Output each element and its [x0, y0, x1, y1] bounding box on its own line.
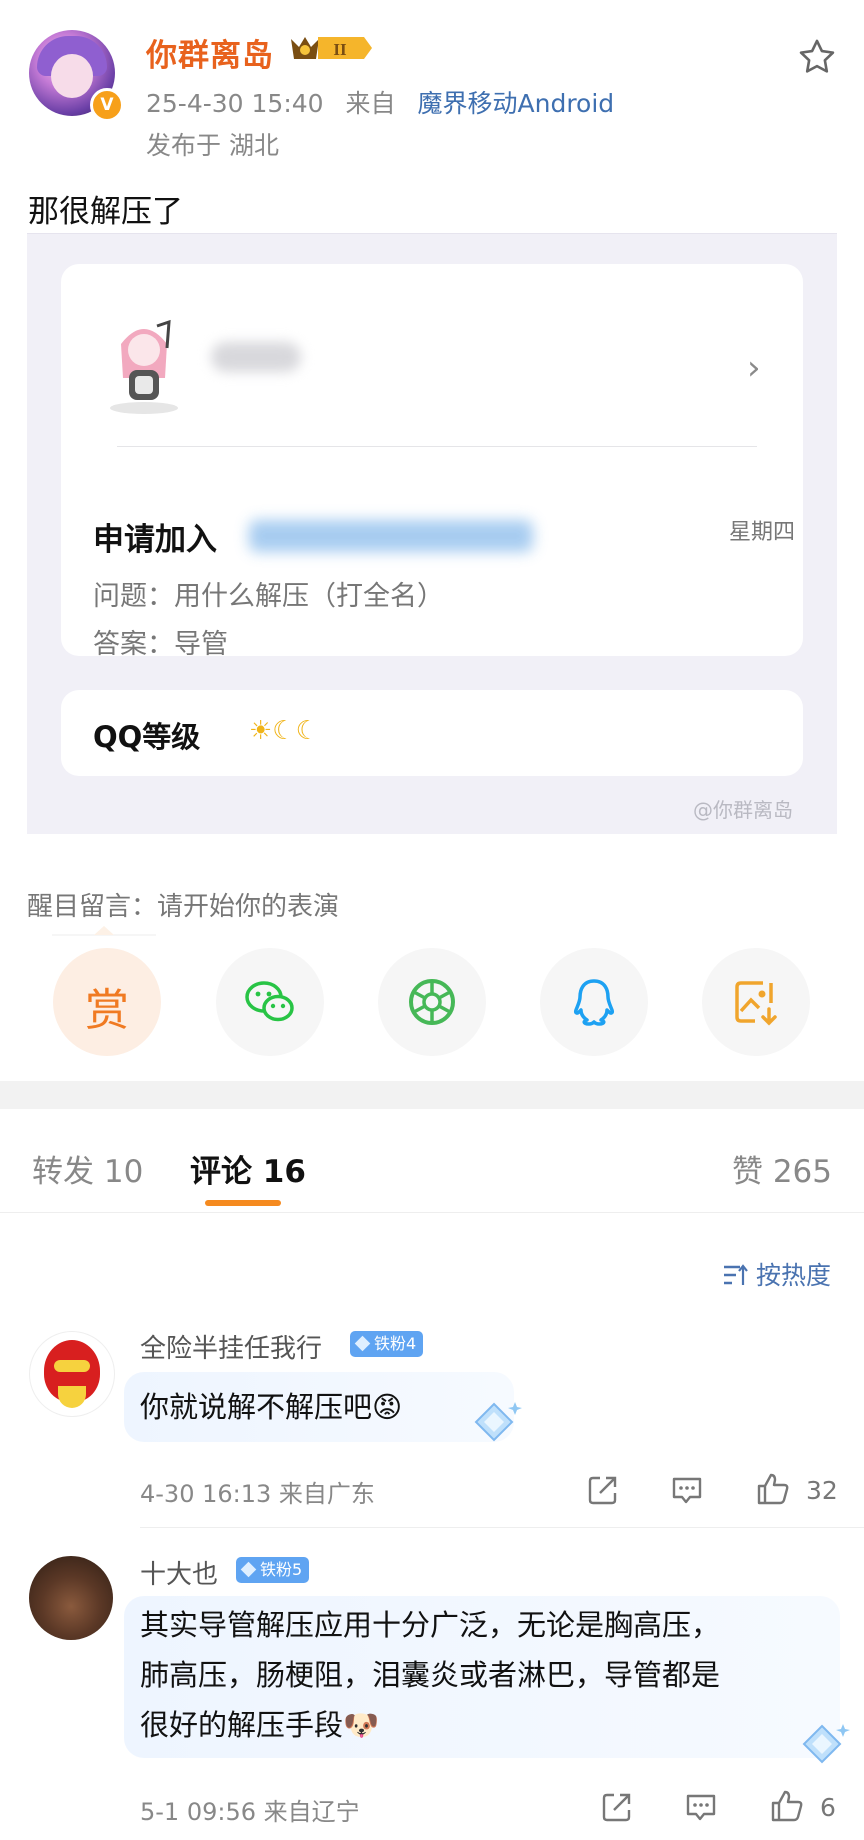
reward-label: 赏: [85, 985, 129, 1036]
qq-level-label: QQ等级: [93, 720, 201, 754]
star-icon[interactable]: [796, 36, 838, 78]
fan-level-badge: 铁粉5: [236, 1557, 310, 1583]
moments-icon: [409, 979, 455, 1025]
highlight-comment[interactable]: 醒目留言：请开始你的表演: [27, 886, 339, 923]
share-icon[interactable]: [600, 1790, 634, 1824]
share-moments-button[interactable]: [378, 948, 486, 1056]
comment-divider: [140, 1527, 864, 1528]
commenter-avatar[interactable]: [29, 1556, 113, 1640]
diamond-decoration-icon: [474, 1402, 522, 1442]
tab-comments[interactable]: 评论 16: [190, 1146, 306, 1191]
sort-icon: [724, 1264, 748, 1285]
active-tab-indicator: [205, 1200, 281, 1206]
post-timestamp: 25-4-30 15:40: [146, 89, 324, 118]
tab-divider: [0, 1212, 864, 1213]
divider: [117, 446, 757, 447]
apply-label: 申请加入: [93, 522, 217, 558]
image-watermark: @你群离岛: [693, 798, 793, 822]
requester-name-blurred: [211, 342, 301, 372]
save-image-button[interactable]: [702, 948, 810, 1056]
author-name[interactable]: 你群离岛: [146, 30, 274, 75]
like-count: 6: [820, 1793, 836, 1822]
section-divider: [0, 1081, 864, 1109]
wechat-icon: [245, 981, 294, 1022]
share-icon[interactable]: [586, 1473, 620, 1507]
verified-badge: V: [90, 88, 124, 122]
thumb-up-icon[interactable]: [756, 1472, 790, 1506]
level-badge: II: [291, 37, 372, 59]
share-wechat-button[interactable]: [216, 948, 324, 1056]
from-label: 来自: [345, 89, 396, 118]
like-count: 32: [806, 1476, 838, 1505]
requester-avatar: [110, 319, 178, 414]
post-location: 发布于 湖北: [146, 131, 279, 160]
commenter-name[interactable]: 十大也: [140, 1554, 218, 1591]
sort-button[interactable]: 按热度: [722, 1256, 831, 1292]
answer-text: 答案：导管: [93, 629, 228, 660]
qq-icon: [574, 979, 614, 1026]
request-weekday: 星期四: [729, 520, 796, 545]
group-name-blurred: [249, 520, 533, 552]
comment-icon[interactable]: [670, 1473, 704, 1507]
tab-likes[interactable]: 赞 265: [732, 1146, 832, 1191]
diamond-decoration-icon: [802, 1724, 850, 1764]
chevron-right-icon: ›: [747, 348, 761, 388]
bubble-pointer: [52, 926, 156, 936]
question-text: 问题：用什么解压（打全名）: [93, 581, 444, 612]
qq-level-card: QQ等级 ☀☾☾: [61, 690, 803, 776]
share-qq-button[interactable]: [540, 948, 648, 1056]
reward-button[interactable]: 赏: [53, 948, 161, 1056]
join-request-card: › 申请加入 星期四 问题：用什么解压（打全名） 答案：导管: [61, 264, 803, 660]
thumb-up-icon[interactable]: [770, 1789, 804, 1823]
commenter-avatar[interactable]: [29, 1331, 115, 1417]
post-meta: 25-4-30 15:40 来自 魔界移动Android: [146, 84, 614, 120]
tab-reposts[interactable]: 转发 10: [32, 1146, 143, 1191]
comment-line: 肺高压，肠梗阻，泪囊炎或者淋巴，导管都是: [140, 1658, 721, 1692]
svg-text:II: II: [333, 40, 347, 59]
qq-level-icons: ☀☾☾: [249, 716, 319, 746]
fan-level-badge: 铁粉4: [350, 1331, 424, 1357]
post-text: 那很解压了: [28, 194, 183, 230]
comment-line: 其实导管解压应用十分广泛，无论是胸高压，: [140, 1608, 721, 1642]
comment-line: 很好的解压手段🐶: [140, 1708, 380, 1742]
comment-meta: 5-1 09:56 来自辽宁: [140, 1798, 360, 1826]
comment-text: 你就说解不解压吧😡: [140, 1390, 403, 1424]
comment-meta: 4-30 16:13 来自广东: [140, 1480, 375, 1508]
commenter-name[interactable]: 全险半挂任我行: [140, 1328, 322, 1365]
post-image[interactable]: › 申请加入 星期四 问题：用什么解压（打全名） 答案：导管 QQ等级 ☀☾☾ …: [27, 233, 837, 834]
save-image-icon: [735, 981, 777, 1026]
post-source[interactable]: 魔界移动Android: [418, 89, 615, 118]
sort-label: 按热度: [755, 1261, 831, 1290]
comment-icon[interactable]: [684, 1790, 718, 1824]
comment-text: 其实导管解压应用十分广泛，无论是胸高压， 肺高压，肠梗阻，泪囊炎或者淋巴，导管都…: [140, 1600, 720, 1750]
